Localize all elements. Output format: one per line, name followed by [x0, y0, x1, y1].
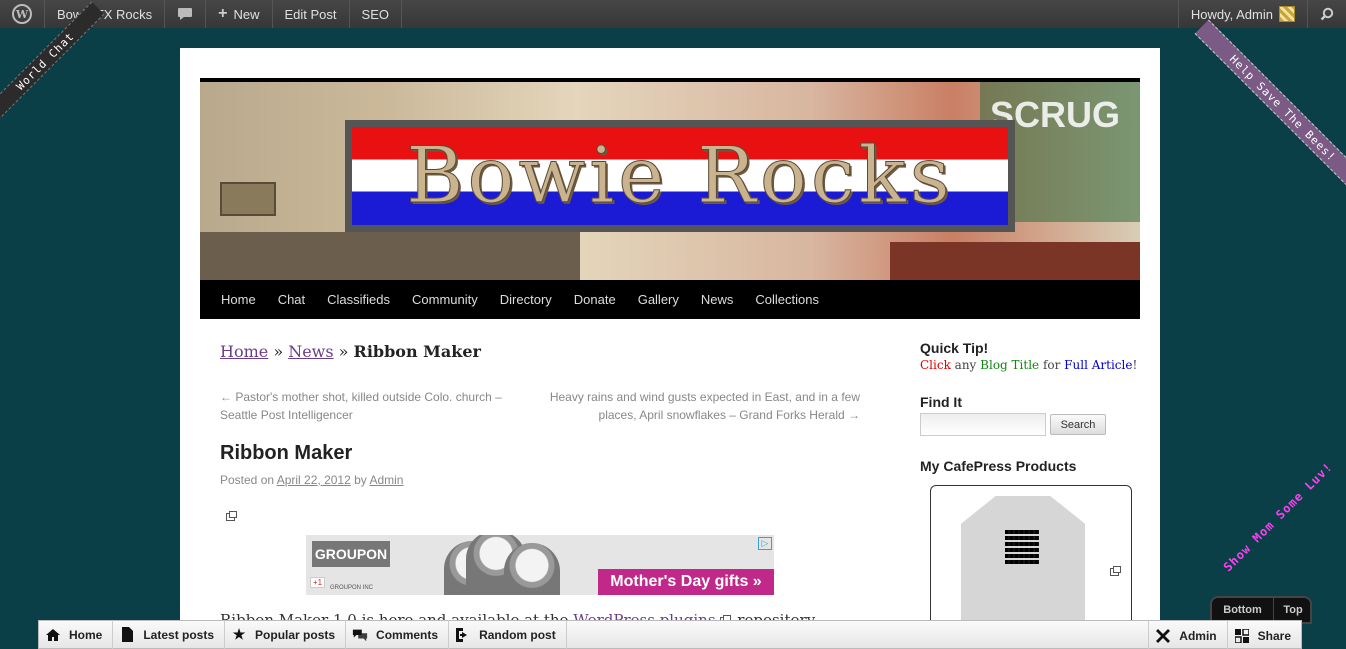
cafepress-title: My CafePress Products: [920, 458, 1077, 474]
previous-post-link[interactable]: ← Pastor's mother shot, killed outside C…: [220, 388, 520, 424]
avatar: [1279, 6, 1295, 22]
tip-click: Click: [920, 358, 951, 372]
tip-any: any: [950, 358, 981, 372]
tip-blog-title: Blog Title: [980, 358, 1040, 372]
toolbar-label: Comments: [376, 627, 439, 642]
nav-item-classifieds[interactable]: Classifieds: [316, 292, 401, 307]
breadcrumb-separator: »: [268, 342, 289, 361]
groupon-ad-banner[interactable]: GROUPON +1 GROUPON INC Mother's Day gift…: [306, 535, 774, 595]
breadcrumb-separator: »: [333, 342, 354, 361]
wordpress-logo-icon: W: [12, 4, 32, 24]
post-author-link[interactable]: Admin: [369, 473, 403, 487]
plus-icon: +: [218, 5, 228, 22]
nav-item-donate[interactable]: Donate: [563, 292, 627, 307]
toolbar-label: Admin: [1179, 628, 1217, 643]
bottom-toolbar: Home Latest posts ★ Popular posts Commen…: [38, 620, 1302, 649]
nav-item-directory[interactable]: Directory: [489, 292, 563, 307]
breadcrumb-news-link[interactable]: News: [288, 342, 333, 361]
toolbar-share-button[interactable]: Share: [1226, 621, 1301, 649]
find-it-title: Find It: [920, 394, 962, 410]
show-mom-ribbon[interactable]: Show Mom Some Luv!: [1201, 440, 1346, 594]
breadcrumb-current: Ribbon Maker: [353, 342, 481, 361]
adchoices-icon[interactable]: ▷: [758, 537, 772, 550]
new-content-menu[interactable]: + New: [206, 0, 273, 28]
scroll-bottom-button[interactable]: Bottom: [1212, 598, 1274, 622]
logo-flag: Bowie Rocks: [352, 127, 1008, 225]
tools-icon: [1155, 628, 1171, 644]
document-icon: [119, 627, 135, 643]
tip-end: !: [1132, 358, 1138, 372]
comments-menu[interactable]: [165, 0, 207, 28]
post-title: Ribbon Maker: [220, 442, 353, 464]
nav-item-community[interactable]: Community: [401, 292, 489, 307]
banner-awning-left: [200, 232, 580, 280]
search-button[interactable]: Search: [1050, 414, 1106, 435]
toolbar-admin-button[interactable]: Admin: [1148, 621, 1226, 649]
breadcrumb-home-link[interactable]: Home: [220, 342, 268, 361]
search-icon: [1320, 7, 1334, 21]
external-link-icon[interactable]: [1110, 566, 1121, 576]
new-label: New: [233, 6, 260, 22]
ad-cta-button[interactable]: Mother's Day gifts »: [598, 569, 774, 595]
toolbar-label: Random post: [479, 627, 556, 642]
google-plus-one-button[interactable]: +1: [310, 577, 326, 588]
posted-on-label: Posted on: [220, 473, 277, 487]
qr-code-image: [1005, 530, 1039, 564]
speech-bubble-icon: [178, 8, 193, 20]
site-name-link[interactable]: Bowie TX Rocks: [45, 0, 166, 28]
breadcrumb: Home » News » Ribbon Maker: [220, 342, 481, 361]
nav-item-collections[interactable]: Collections: [744, 292, 830, 307]
groupon-logo: GROUPON: [312, 541, 390, 567]
toolbar-popular-posts-button[interactable]: ★ Popular posts: [225, 620, 347, 649]
main-nav: Home Chat Classifieds Community Director…: [200, 280, 1140, 319]
site-logo[interactable]: Bowie Rocks: [345, 120, 1015, 232]
page-container: SCRUG Bowie Rocks Home Chat Classifieds …: [180, 48, 1160, 649]
search-input[interactable]: [920, 413, 1046, 436]
share-icon: [1234, 628, 1250, 644]
post-date-link[interactable]: April 22, 2012: [277, 473, 351, 487]
by-label: by: [350, 473, 370, 487]
scroll-top-button[interactable]: Top: [1274, 598, 1312, 622]
banner-awning-right: [890, 242, 1140, 280]
logo-text: Bowie Rocks: [406, 131, 954, 222]
external-link-icon[interactable]: [226, 511, 237, 521]
tip-full-article: Full Article: [1064, 358, 1133, 372]
quick-tip-title: Quick Tip!: [920, 340, 989, 356]
home-icon: [45, 627, 61, 643]
ad-kid-image: [504, 543, 560, 595]
wordpress-menu[interactable]: W: [0, 0, 45, 28]
header-banner[interactable]: SCRUG Bowie Rocks: [200, 82, 1140, 280]
ad-fineprint: GROUPON INC: [330, 585, 374, 591]
banner-sign-left: [220, 182, 276, 216]
toolbar-label: Share: [1257, 628, 1291, 643]
toolbar-label: Home: [69, 627, 103, 642]
seo-menu[interactable]: SEO: [350, 0, 402, 28]
help-save-bees-ribbon[interactable]: Help Save The Bees!: [1194, 19, 1346, 197]
edit-post-link[interactable]: Edit Post: [273, 0, 350, 28]
nav-item-home[interactable]: Home: [210, 292, 267, 307]
admin-search-toggle[interactable]: [1307, 0, 1346, 28]
random-icon: [455, 627, 471, 643]
nav-item-news[interactable]: News: [690, 292, 745, 307]
toolbar-label: Popular posts: [255, 627, 336, 642]
tip-for: for: [1039, 358, 1065, 372]
toolbar-comments-button[interactable]: Comments: [346, 620, 450, 649]
nav-item-gallery[interactable]: Gallery: [627, 292, 690, 307]
quick-tip-text: Click any Blog Title for Full Article!: [920, 358, 1137, 372]
toolbar-latest-posts-button[interactable]: Latest posts: [113, 620, 226, 649]
toolbar-random-post-button[interactable]: Random post: [449, 620, 567, 649]
admin-bar: W Bowie TX Rocks + New Edit Post SEO How…: [0, 0, 1346, 28]
post-meta: Posted on April 22, 2012 by Admin: [220, 473, 403, 487]
comments-icon: [352, 627, 368, 643]
nav-item-chat[interactable]: Chat: [267, 292, 316, 307]
toolbar-label: Latest posts: [143, 627, 215, 642]
my-account-menu[interactable]: Howdy, Admin: [1177, 0, 1307, 28]
toolbar-home-button[interactable]: Home: [39, 620, 114, 649]
star-icon: ★: [232, 626, 246, 642]
next-post-link[interactable]: Heavy rains and wind gusts expected in E…: [540, 388, 860, 424]
howdy-label: Howdy, Admin: [1190, 6, 1273, 22]
